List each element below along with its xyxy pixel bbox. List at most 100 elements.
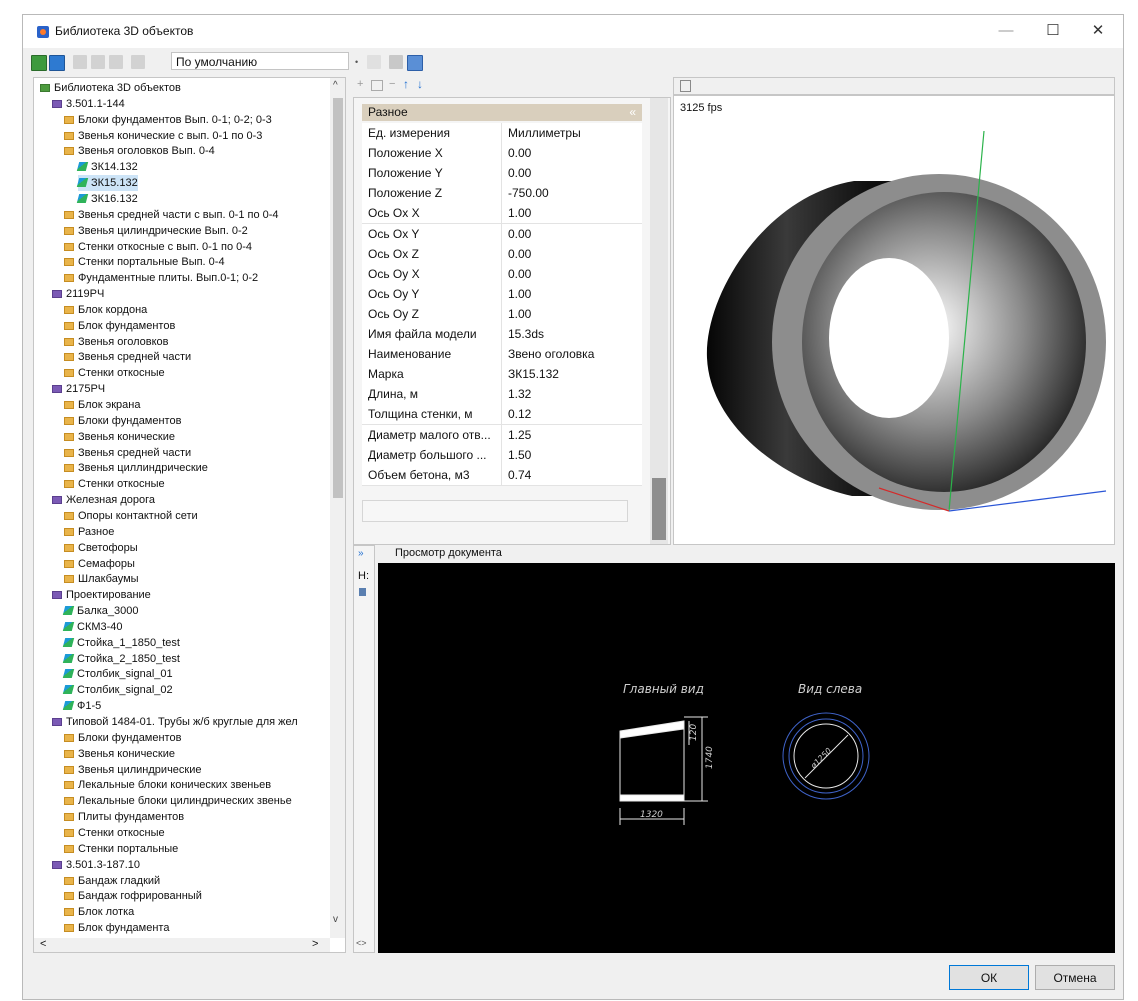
- add-group-icon[interactable]: [49, 55, 65, 71]
- tree-item[interactable]: Звенья конические: [64, 429, 175, 445]
- property-value[interactable]: 1.00: [508, 304, 642, 324]
- property-row[interactable]: Диаметр большого ... 1.50: [362, 444, 642, 466]
- property-value[interactable]: 0.12: [508, 404, 642, 424]
- tree-item[interactable]: Звенья цилиндрические Вып. 0-2: [64, 223, 248, 239]
- tree-item[interactable]: ЗК14.132: [76, 159, 138, 175]
- tree-item[interactable]: Звенья цилиндрические: [64, 762, 202, 778]
- tree-item[interactable]: Бандаж гладкий: [64, 873, 160, 889]
- property-row[interactable]: Ось Ox Y 0.00: [362, 223, 642, 245]
- tree-item[interactable]: Железная дорога: [52, 492, 155, 508]
- tree-item[interactable]: Звенья конические с вып. 0-1 по 0-3: [64, 128, 262, 144]
- property-value[interactable]: 1.25: [508, 425, 642, 445]
- property-value[interactable]: 1.32: [508, 384, 642, 404]
- property-row[interactable]: Ед. измерения Миллиметры: [362, 123, 642, 144]
- tree-item[interactable]: ЗК15.132: [76, 175, 138, 192]
- property-row[interactable]: Ось Oy Y 1.00: [362, 283, 642, 305]
- nav-icon[interactable]: <>: [356, 938, 367, 948]
- scroll-down-icon[interactable]: v: [333, 914, 338, 925]
- tree-item[interactable]: Стенки откосные: [64, 825, 165, 841]
- tree-item[interactable]: Бандаж гофрированный: [64, 888, 202, 904]
- library-tree[interactable]: Библиотека 3D объектов 3.501.1-144 Блоки ф…: [33, 77, 346, 953]
- property-value[interactable]: Звено оголовка: [508, 344, 642, 364]
- tree-item[interactable]: Лекальные блоки конических звеньев: [64, 777, 271, 793]
- document-preview-canvas[interactable]: Главный вид Вид слева 1320 1740 120 ø125…: [378, 563, 1115, 953]
- tree-item[interactable]: 3.501.1-144: [52, 96, 125, 112]
- tree-item[interactable]: Светофоры: [64, 540, 138, 556]
- property-value[interactable]: 0.00: [508, 264, 642, 284]
- tree-item[interactable]: Типовой 1484-01. Трубы ж/б круглые для ж…: [52, 714, 298, 730]
- tree-item[interactable]: Столбик_signal_01: [62, 666, 173, 682]
- tree-item[interactable]: Стенки откосные: [64, 365, 165, 381]
- property-value[interactable]: 15.3ds: [508, 324, 642, 344]
- tree-item[interactable]: Звенья циллиндрические: [64, 460, 208, 476]
- tree-item[interactable]: Фундаментные плиты. Вып.0-1; 0-2: [64, 270, 258, 286]
- property-row[interactable]: Диаметр малого отв... 1.25: [362, 424, 642, 446]
- tree-item[interactable]: Блок фундаментов: [64, 318, 175, 334]
- cancel-button[interactable]: Отмена: [1035, 965, 1115, 990]
- tree-item[interactable]: Звенья оголовков Вып. 0-4: [64, 143, 215, 159]
- tree-item[interactable]: Блок экрана: [64, 397, 140, 413]
- copy-icon[interactable]: [91, 55, 105, 69]
- maximize-button[interactable]: ☐: [1040, 21, 1066, 41]
- tree-item[interactable]: Стенки портальные: [64, 841, 178, 857]
- tree-item[interactable]: Блоки фундаментов: [64, 413, 181, 429]
- tree-item[interactable]: Разное: [64, 524, 114, 540]
- property-row[interactable]: Положение Y 0.00: [362, 163, 642, 185]
- property-value[interactable]: 0.00: [508, 143, 642, 163]
- property-value[interactable]: 1.50: [508, 445, 642, 465]
- tree-item[interactable]: Блок фундамента: [64, 920, 169, 936]
- property-row[interactable]: Ось Ox Z 0.00: [362, 243, 642, 265]
- property-row[interactable]: Положение X 0.00: [362, 143, 642, 165]
- tree-item[interactable]: Семафоры: [64, 556, 135, 572]
- tree-item[interactable]: СКМ3-40: [62, 619, 123, 635]
- property-row[interactable]: Наименование Звено оголовка: [362, 344, 642, 366]
- add-property-icon[interactable]: +: [357, 78, 363, 90]
- property-row[interactable]: Объем бетона, м3 0.74: [362, 464, 642, 486]
- scroll-left-icon[interactable]: <: [40, 938, 46, 950]
- tree-item[interactable]: Опоры контактной сети: [64, 508, 198, 524]
- tree-item[interactable]: Плиты фундаментов: [64, 809, 184, 825]
- tree-item[interactable]: Стенки откосные с вып. 0-1 по 0-4: [64, 239, 252, 255]
- dropdown-arrow-icon[interactable]: •: [355, 57, 358, 67]
- tree-item[interactable]: Звенья средней части с вып. 0-1 по 0-4: [64, 207, 279, 223]
- property-value[interactable]: 0.00: [508, 163, 642, 183]
- property-value[interactable]: 0.74: [508, 465, 642, 485]
- tree-item[interactable]: 2175РЧ: [52, 381, 105, 397]
- preset-select[interactable]: По умолчанию: [171, 52, 349, 70]
- property-row[interactable]: Имя файла модели 15.3ds: [362, 324, 642, 345]
- edit-icon[interactable]: [367, 55, 381, 69]
- object-icon[interactable]: [131, 55, 145, 69]
- property-row[interactable]: Положение Z -750.00: [362, 183, 642, 205]
- property-row[interactable]: Ось Oy X 0.00: [362, 263, 642, 285]
- property-value[interactable]: Миллиметры: [508, 123, 642, 143]
- folder-icon[interactable]: [73, 55, 87, 69]
- tree-item[interactable]: ЗК16.132: [76, 191, 138, 207]
- property-row[interactable]: Толщина стенки, м 0.12: [362, 404, 642, 426]
- 3d-viewport[interactable]: 3125 fps: [673, 95, 1115, 545]
- tree-item[interactable]: Блоки фундаментов: [64, 730, 181, 746]
- property-value[interactable]: ЗК15.132: [508, 364, 642, 384]
- property-value[interactable]: 1.00: [508, 284, 642, 304]
- properties-scroll-thumb[interactable]: [652, 478, 666, 540]
- property-row[interactable]: Ось Ox X 1.00: [362, 203, 642, 225]
- tree-item[interactable]: Блок кордона: [64, 302, 147, 318]
- collapse-icon[interactable]: «: [629, 104, 636, 121]
- paste-icon[interactable]: [109, 55, 123, 69]
- scroll-up-icon[interactable]: ^: [333, 80, 338, 91]
- tree-item[interactable]: Стойка_1_1850_test: [62, 635, 180, 651]
- tree-item[interactable]: Столбик_signal_02: [62, 682, 173, 698]
- property-value[interactable]: 1.00: [508, 203, 642, 223]
- tree-item[interactable]: Ф1-5: [62, 698, 101, 714]
- move-up-icon[interactable]: ↑: [403, 77, 409, 91]
- tree-item[interactable]: Стенки откосные: [64, 476, 165, 492]
- close-button[interactable]: ✕: [1085, 21, 1111, 41]
- property-box-icon[interactable]: [371, 80, 383, 91]
- export-icon[interactable]: [407, 55, 423, 71]
- expand-icon[interactable]: »: [358, 548, 364, 559]
- minimize-button[interactable]: —: [993, 21, 1019, 41]
- property-value[interactable]: 0.00: [508, 224, 642, 244]
- tree-item[interactable]: Лекальные блоки цилиндрических звенье: [64, 793, 292, 809]
- tree-item[interactable]: Шлакбаумы: [64, 571, 139, 587]
- document-icon[interactable]: [389, 55, 403, 69]
- tree-horizontal-scrollbar[interactable]: < >: [34, 938, 330, 952]
